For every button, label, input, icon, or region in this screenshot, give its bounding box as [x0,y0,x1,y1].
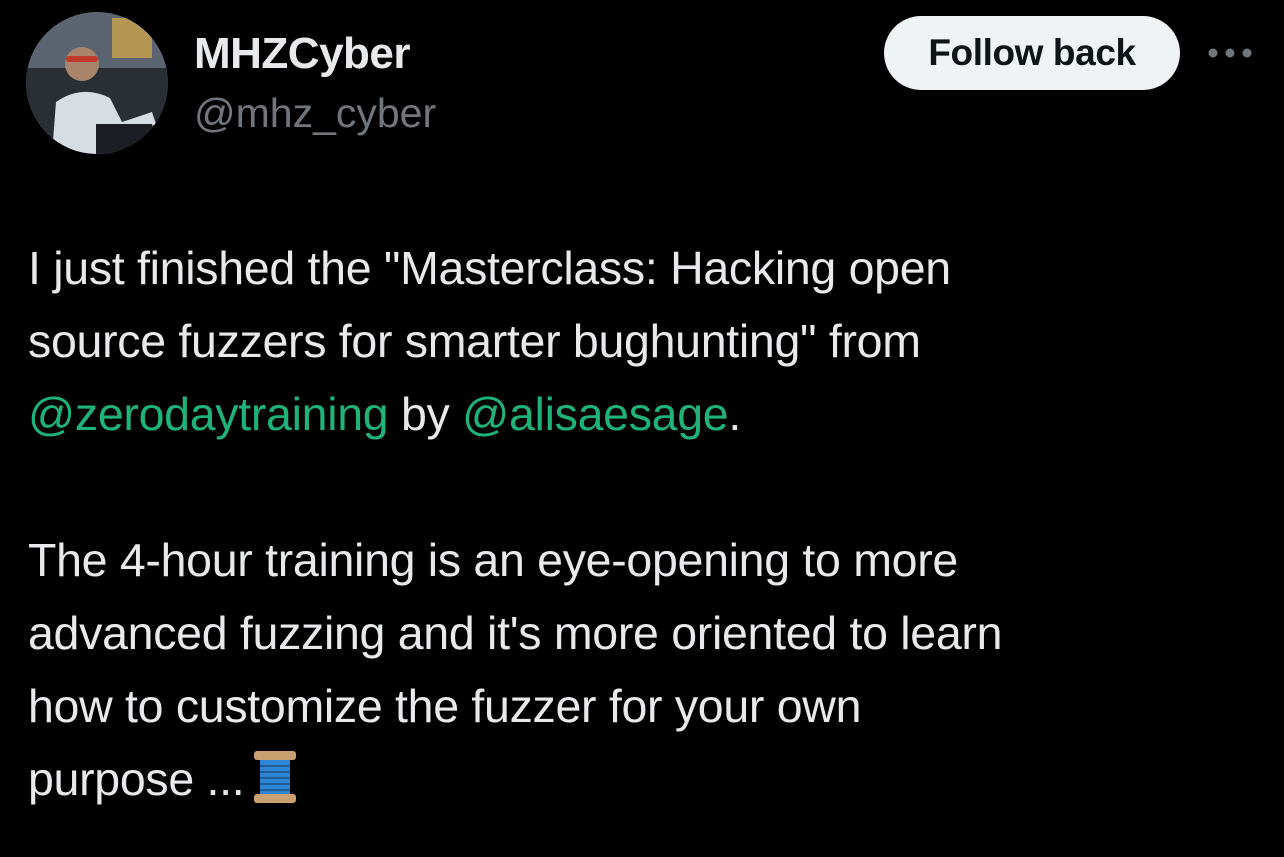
spool-of-thread-icon [252,749,298,826]
tweet-line: source fuzzers for smarter bughunting" f… [28,315,921,367]
tweet-line: The 4-hour training is an eye-opening to… [28,534,958,586]
tweet-line: @zerodaytraining by @alisaesage. [28,378,1258,451]
tweet-text-purpose: purpose ... [28,753,245,805]
follow-back-button[interactable]: Follow back [884,16,1180,90]
avatar-photo [26,12,168,154]
mention-link-zerodaytraining[interactable]: @zerodaytraining [28,388,389,440]
tweet-line: I just finished the "Masterclass: Hackin… [28,242,951,294]
author-handle[interactable]: @mhz_cyber [194,88,436,138]
more-horizontal-icon [1208,48,1252,58]
tweet-line: how to customize the fuzzer for your own [28,680,862,732]
tweet-line: purpose ... [28,743,1258,826]
tweet-text-period: . [728,388,741,440]
avatar[interactable] [26,12,168,154]
author-display-name[interactable]: MHZCyber [194,28,411,80]
tweet-line: advanced fuzzing and it's more oriented … [28,607,1003,659]
more-options-button[interactable] [1204,36,1256,70]
tweet-text: I just finished the "Masterclass: Hackin… [28,232,1258,826]
tweet-text-by: by [388,388,463,440]
mention-link-alisaesage[interactable]: @alisaesage [462,388,729,440]
